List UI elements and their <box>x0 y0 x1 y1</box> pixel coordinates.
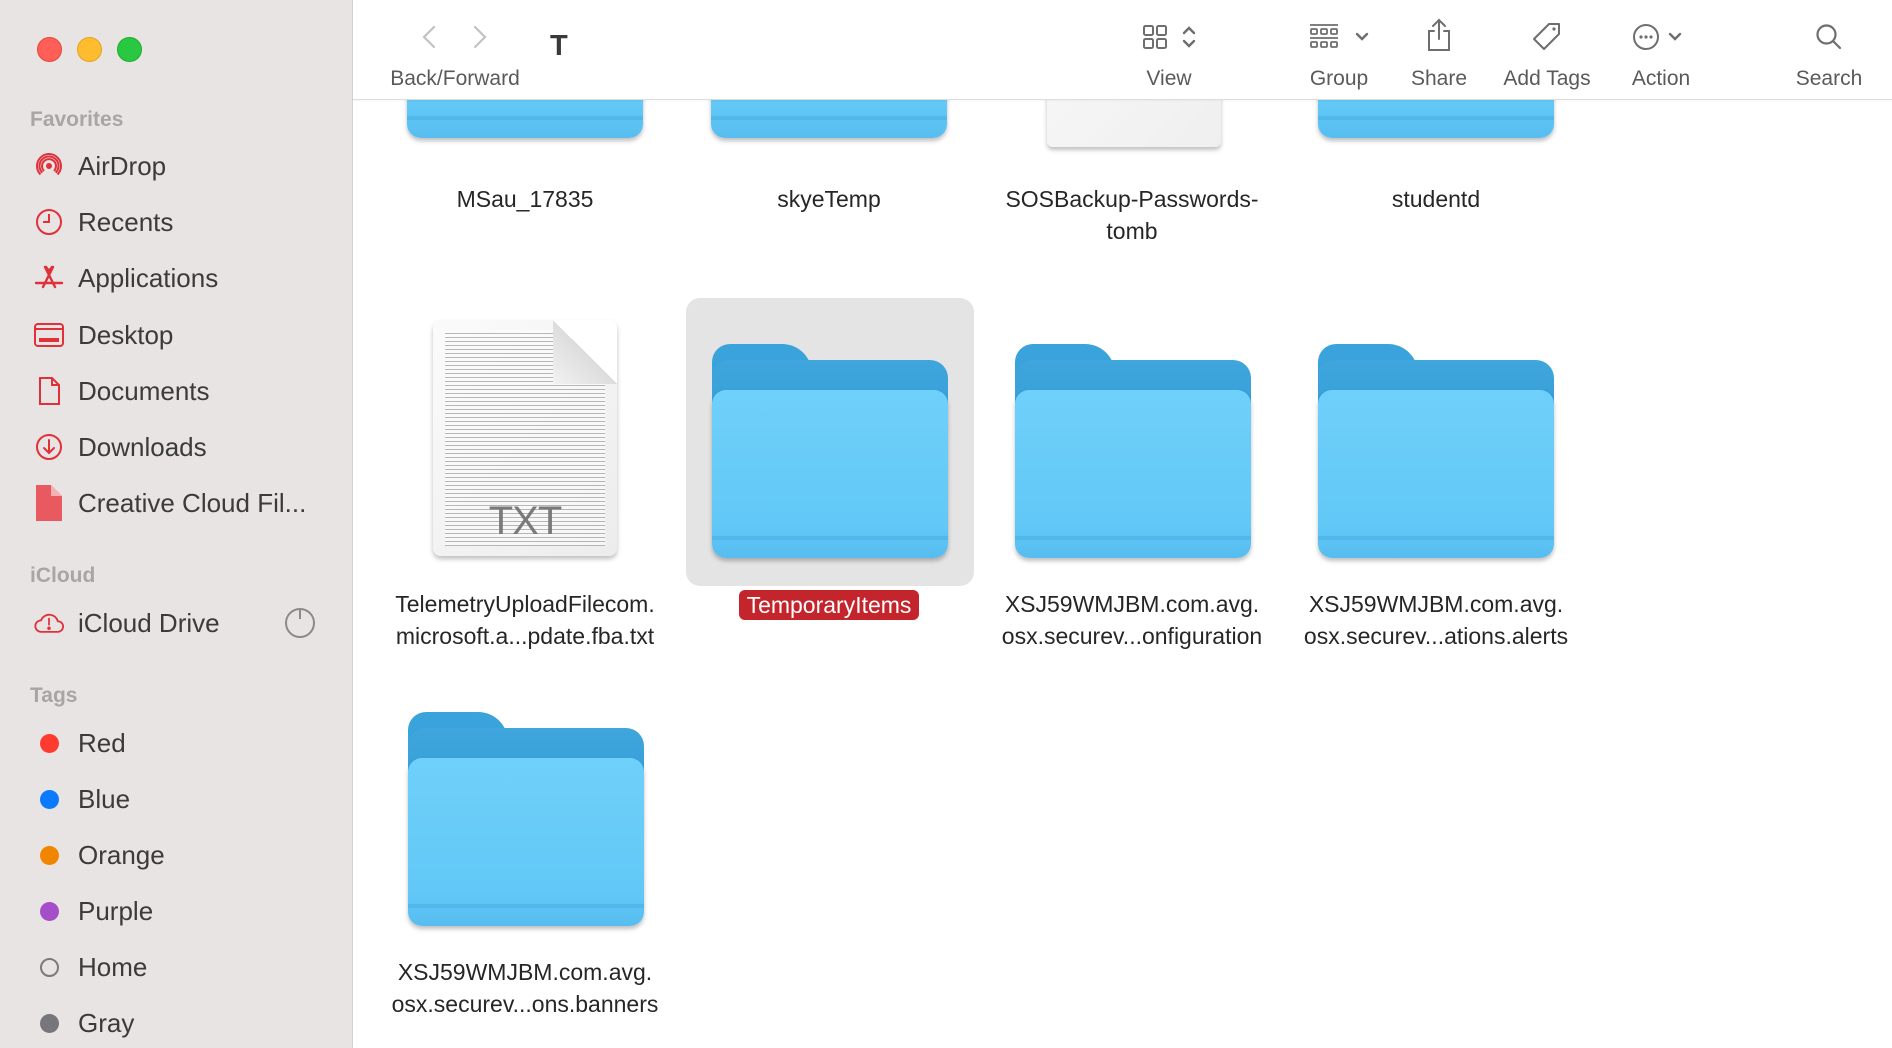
document-icon <box>34 376 64 406</box>
share-button[interactable] <box>1424 16 1454 54</box>
file-item-xsj59-configuration[interactable]: XSJ59WMJBM.com.avg. osx.securev...onfigur… <box>987 298 1277 658</box>
clock-icon <box>34 207 64 237</box>
back-button[interactable] <box>419 22 439 52</box>
add-tags-label: Add Tags <box>1503 67 1591 90</box>
sidebar-tag-orange[interactable]: Orange <box>0 833 353 877</box>
file-item-sosbackup[interactable]: SOSBackup-Passwords-tomb <box>987 100 1277 290</box>
forward-button[interactable] <box>470 22 490 52</box>
view-button[interactable] <box>1142 22 1202 52</box>
sidebar-item-label: Orange <box>78 839 165 870</box>
share-label: Share <box>1410 67 1468 90</box>
group-button[interactable] <box>1308 22 1378 52</box>
minimize-button[interactable] <box>77 37 102 62</box>
action-button[interactable] <box>1632 22 1688 52</box>
back-forward-label: Back/Forward <box>390 67 520 90</box>
file-name: TelemetryUploadFilecom. microsoft.a...pda… <box>395 591 655 649</box>
folder-icon <box>408 712 644 928</box>
close-button[interactable] <box>37 37 62 62</box>
tag-dot-gray-icon <box>39 1013 59 1033</box>
sidebar-tag-gray[interactable]: Gray <box>0 1001 353 1045</box>
download-icon <box>34 432 64 462</box>
sidebar-item-label: Downloads <box>78 431 207 462</box>
file-name: TemporaryItems <box>684 589 974 621</box>
zoom-button[interactable] <box>117 37 142 62</box>
airdrop-icon <box>34 151 64 181</box>
sidebar-item-airdrop[interactable]: AirDrop <box>0 144 353 188</box>
sidebar-item-label: Documents <box>78 375 210 406</box>
file-item-telemetry-txt[interactable]: TXT TelemetryUploadFilecom. microsoft.a..… <box>380 298 670 658</box>
cloud-alert-icon <box>34 608 64 638</box>
group-label: Group <box>1309 67 1369 90</box>
file-item-msau-17835[interactable]: MSau_17835 <box>380 100 670 260</box>
sidebar-item-desktop[interactable]: Desktop <box>0 313 353 357</box>
sidebar-item-recents[interactable]: Recents <box>0 200 353 244</box>
tag-dot-orange-icon <box>39 845 59 865</box>
applications-icon <box>34 263 64 293</box>
file-grid: MSau_17835 skyeTemp SOSBackup-Passwords-… <box>354 100 1892 1048</box>
tag-dot-empty-icon <box>39 957 59 977</box>
file-item-temporaryitems[interactable]: TemporaryItems <box>684 298 974 658</box>
search-button[interactable] <box>1814 22 1844 52</box>
file-name: XSJ59WMJBM.com.avg. osx.securev...ons.ban… <box>391 959 659 1017</box>
sidebar-item-label: Blue <box>78 783 131 814</box>
document-icon <box>1047 100 1221 147</box>
sidebar-item-label: iCloud Drive <box>78 607 220 638</box>
sidebar-item-downloads[interactable]: Downloads <box>0 425 353 469</box>
view-label: View <box>1146 67 1192 90</box>
sidebar-tag-blue[interactable]: Blue <box>0 777 353 821</box>
search-label: Search <box>1795 67 1863 90</box>
file-item-xsj59-alerts[interactable]: XSJ59WMJBM.com.avg. osx.securev...ations.… <box>1291 298 1581 658</box>
sidebar-item-label: Gray <box>78 1007 135 1038</box>
sidebar: Favorites AirDrop Recents Applications D… <box>0 0 353 1048</box>
file-name: skyeTemp <box>777 186 881 212</box>
folder-icon <box>1318 344 1554 560</box>
sidebar-item-label: Recents <box>78 206 174 237</box>
folder-icon <box>407 100 643 140</box>
sidebar-item-creative-cloud[interactable]: Creative Cloud Fil... <box>0 481 353 525</box>
sidebar-item-label: Desktop <box>78 319 174 350</box>
tag-dot-red-icon <box>39 733 59 753</box>
selected-file-name: TemporaryItems <box>738 590 920 620</box>
toolbar: Back/Forward T View Group Share Add Tags… <box>353 0 1892 100</box>
file-name: SOSBackup-Passwords-tomb <box>1005 186 1259 244</box>
file-item-studentd[interactable]: studentd <box>1291 100 1581 260</box>
sidebar-item-label: Home <box>78 951 148 982</box>
sidebar-item-label: Purple <box>78 895 154 926</box>
file-name: XSJ59WMJBM.com.avg. osx.securev...onfigur… <box>1001 591 1263 649</box>
file-item-skyetemp[interactable]: skyeTemp <box>684 100 974 260</box>
sidebar-item-applications[interactable]: Applications <box>0 256 353 300</box>
file-name: MSau_17835 <box>456 186 594 212</box>
folder-icon <box>712 344 948 560</box>
add-tags-button[interactable] <box>1531 22 1563 52</box>
txt-file-icon: TXT <box>433 320 617 556</box>
sidebar-item-label: AirDrop <box>78 150 167 181</box>
tag-dot-blue-icon <box>39 789 59 809</box>
tag-dot-purple-icon <box>39 901 59 921</box>
action-label: Action <box>1631 67 1691 90</box>
icloud-header: iCloud <box>30 564 96 587</box>
folder-icon <box>1015 344 1251 560</box>
file-name: studentd <box>1391 186 1481 212</box>
tags-header: Tags <box>30 684 78 707</box>
folder-icon <box>1318 100 1554 140</box>
favorites-header: Favorites <box>30 108 124 131</box>
sidebar-item-label: Applications <box>78 262 219 293</box>
sync-progress-icon <box>285 608 315 638</box>
file-item-xsj59-banners[interactable]: XSJ59WMJBM.com.avg. osx.securev...ons.ban… <box>380 666 670 1026</box>
sidebar-tag-purple[interactable]: Purple <box>0 889 353 933</box>
sidebar-tag-red[interactable]: Red <box>0 721 353 765</box>
folder-icon <box>711 100 947 140</box>
sidebar-tag-home[interactable]: Home <box>0 945 353 989</box>
desktop-icon <box>34 320 64 350</box>
sidebar-item-label: Creative Cloud Fil... <box>78 487 307 518</box>
sidebar-item-documents[interactable]: Documents <box>0 369 353 413</box>
window-title: T <box>550 30 568 62</box>
sidebar-item-label: Red <box>78 727 126 758</box>
file-icon <box>34 485 64 521</box>
file-name: XSJ59WMJBM.com.avg. osx.securev...ations.… <box>1303 591 1569 649</box>
sidebar-item-icloud-drive[interactable]: iCloud Drive <box>0 601 353 645</box>
